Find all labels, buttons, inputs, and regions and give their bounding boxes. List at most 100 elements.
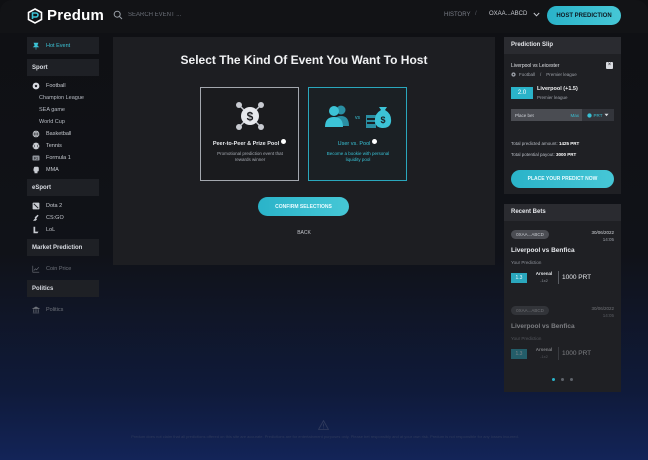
dota2-icon xyxy=(32,202,40,210)
brand-logo[interactable]: Predum xyxy=(27,7,104,24)
currency-select[interactable]: PRT xyxy=(582,109,614,121)
warning-icon xyxy=(318,420,329,430)
sidebar-item-label: Basketball xyxy=(46,131,72,137)
history-link[interactable]: HISTORY xyxy=(444,12,470,18)
sidebar-item-lol[interactable]: LoL xyxy=(27,224,99,236)
sidebar-item-hot-event[interactable]: Hot Event xyxy=(27,37,99,54)
currency-label: PRT xyxy=(593,112,603,118)
card-title-text: Peer-to-Peer & Prize Pool xyxy=(212,141,280,147)
football-icon xyxy=(32,82,40,90)
sidebar-item-label: Hot Event xyxy=(46,42,71,49)
close-icon[interactable]: × xyxy=(606,62,613,69)
divider xyxy=(558,347,559,360)
prediction-slip: Prediction Slip Liverpool vs Leicester ×… xyxy=(504,37,621,194)
sidebar-item-csgo[interactable]: CS:GO xyxy=(27,212,99,224)
pager-dot[interactable] xyxy=(552,378,555,381)
sidebar-item-dota2[interactable]: Dota 2 xyxy=(27,200,99,212)
total-predicted-label: Total predicted amount: xyxy=(511,141,558,146)
bet-amount-input[interactable]: Place bet Max xyxy=(511,109,582,121)
predum-logo-icon xyxy=(27,7,43,24)
sidebar-item-label: Dota 2 xyxy=(46,203,63,209)
sidebar-item-label: Coin Price xyxy=(46,265,72,272)
wallet-address: OXAA...ABCD xyxy=(489,11,528,17)
money-bag-icon: $ xyxy=(366,107,392,128)
slip-pick-league: Premier league xyxy=(537,95,568,100)
bet-time: 14:05 xyxy=(602,237,614,242)
bet-team: Arsenal xyxy=(535,347,553,352)
sidebar-item-tennis[interactable]: Tennis xyxy=(27,140,99,152)
sidebar-item-formula1[interactable]: F1 Formula 1 xyxy=(27,152,99,164)
place-predict-button[interactable]: PLACE YOUR PREDICT NOW xyxy=(511,170,614,188)
svg-text:$: $ xyxy=(380,115,385,125)
pager-dot[interactable] xyxy=(561,378,564,381)
card-description: Become a bookie with personal liquidity … xyxy=(326,151,390,162)
recent-bets: Recent Bets 0XAA...ABCD 30/06/2022 14:05… xyxy=(504,204,621,392)
sidebar-item-label: Tennis xyxy=(46,143,62,149)
event-type-panel: Select The Kind Of Event You Want To Hos… xyxy=(113,37,495,265)
svg-text:F1: F1 xyxy=(34,156,38,160)
bet-datetime: 30/06/2022 14:05 xyxy=(591,229,614,243)
footer-disclaimer: Predum does not claim that all predictio… xyxy=(131,434,519,439)
divider xyxy=(558,271,559,284)
search-icon xyxy=(113,10,123,20)
pager-dot[interactable] xyxy=(570,378,573,381)
bet-prediction-label: Your Prediction xyxy=(511,260,542,265)
total-payout-row: Total potential payout: 3000 PRT xyxy=(511,152,576,157)
boxing-glove-icon xyxy=(33,166,39,174)
confirm-selections-button[interactable]: CONFIRM SELECTIONS xyxy=(258,197,349,216)
carousel-pager xyxy=(504,378,621,381)
section-market-prediction: Market Prediction xyxy=(27,239,99,256)
back-link[interactable]: BACK xyxy=(113,230,495,236)
card-title: Peer-to-Peer & Prize Pool xyxy=(201,139,298,147)
bet-handicap: -1x2 xyxy=(540,354,548,359)
slip-league-row: Football / Premier league xyxy=(511,72,577,77)
bet-user-badge: 0XAA...ABCD xyxy=(511,230,549,239)
slip-title: Prediction Slip xyxy=(504,37,621,54)
section-politics: Politics xyxy=(27,280,99,297)
radio-dot-icon xyxy=(281,139,287,144)
header-separator: / xyxy=(475,11,477,17)
host-prediction-button[interactable]: HOST PREDICTION xyxy=(547,6,621,25)
bet-prediction-label: Your Prediction xyxy=(511,336,542,341)
vs-label: vs xyxy=(355,115,360,121)
total-payout-label: Total potential payout: xyxy=(511,152,555,157)
total-payout-value: 3000 PRT xyxy=(556,152,577,157)
sidebar-item-label: CS:GO xyxy=(46,215,64,221)
top-bar: Predum HISTORY / OXAA...ABCD HOST PREDIC… xyxy=(0,0,648,33)
sidebar-subitem-champion-league[interactable]: Champion League xyxy=(27,92,99,104)
government-building-icon xyxy=(32,305,40,313)
bet-placeholder: Place bet xyxy=(515,112,534,118)
tennis-icon xyxy=(32,142,40,150)
sidebar: Hot Event Sport Football Champion League… xyxy=(27,37,99,318)
sidebar-item-label: MMA xyxy=(46,167,59,173)
sidebar-item-politics[interactable]: Politics xyxy=(27,301,99,318)
prt-token-icon xyxy=(586,112,592,118)
sidebar-item-basketball[interactable]: Basketball xyxy=(27,128,99,140)
slip-sport: Football xyxy=(519,72,536,77)
sidebar-item-label: Football xyxy=(46,83,66,89)
bet-datetime: 30/06/2022 14:05 xyxy=(591,305,614,319)
event-type-card-p2p[interactable]: $ Peer-to-Peer & Prize Pool Promotional … xyxy=(200,87,299,181)
sidebar-subitem-world-cup[interactable]: World Cup xyxy=(27,116,99,128)
bet-amount: 1000 PRT xyxy=(562,350,592,357)
search-input[interactable] xyxy=(128,12,248,18)
odds-badge: 2.0 xyxy=(511,87,533,99)
football-icon xyxy=(511,72,516,77)
lol-icon xyxy=(33,226,39,234)
recent-bet-card[interactable]: 0XAA...ABCD 30/06/2022 14:05 Liverpool v… xyxy=(504,300,621,372)
chevron-down-icon xyxy=(533,12,540,17)
sidebar-item-coin-price[interactable]: Coin Price xyxy=(27,260,99,277)
max-button[interactable]: Max xyxy=(570,113,579,118)
bet-match: Liverpool vs Benfica xyxy=(511,323,575,330)
sidebar-item-mma[interactable]: MMA xyxy=(27,164,99,176)
user-menu[interactable]: OXAA...ABCD xyxy=(489,11,540,17)
search-bar[interactable] xyxy=(113,10,248,20)
slip-league: Premier league xyxy=(546,72,577,77)
brand-name: Predum xyxy=(47,7,105,24)
formula1-icon: F1 xyxy=(32,155,40,161)
sidebar-subitem-sea-game[interactable]: SEA game xyxy=(27,104,99,116)
recent-bet-card[interactable]: 0XAA...ABCD 30/06/2022 14:05 Liverpool v… xyxy=(504,224,621,296)
basketball-icon xyxy=(32,130,40,138)
event-type-card-user-vs-pool[interactable]: vs $ User vs. Pool Become a bookie with … xyxy=(308,87,407,181)
sidebar-item-football[interactable]: Football xyxy=(27,80,99,92)
